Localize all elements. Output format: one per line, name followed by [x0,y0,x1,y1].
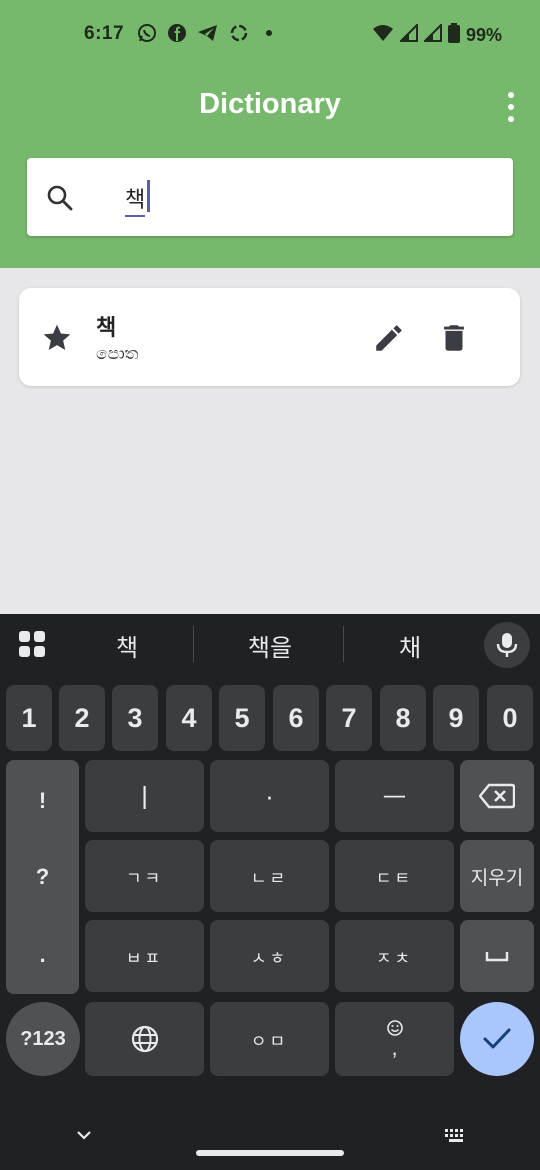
soft-keyboard: 책 책을 채 1 2 3 4 5 6 7 8 9 0 ! ? . ㅣ · ㅡ ㄱ… [0,614,540,1170]
key-4[interactable]: 4 [166,685,212,751]
key-g-k[interactable]: ㄱㅋ [85,840,204,912]
key-8[interactable]: 8 [380,685,426,751]
check-icon [483,1028,511,1049]
home-handle[interactable] [196,1150,344,1156]
key-3[interactable]: 3 [112,685,158,751]
symbols-button[interactable]: ?123 [6,1002,80,1076]
navigation-bar [0,1114,540,1170]
dot-icon [259,23,279,48]
key-vowel-dot[interactable]: · [210,760,329,832]
system-icons: 99% [372,22,502,48]
suggestion-2[interactable]: 책을 [230,628,310,663]
star-icon[interactable] [41,322,73,354]
signal-icon [398,22,418,47]
recycle-icon [229,23,249,48]
keyboard-switch-icon[interactable] [444,1128,468,1144]
key-s-h[interactable]: ㅅㅎ [210,920,329,992]
key-9[interactable]: 9 [433,685,479,751]
punctuation-key[interactable]: ! ? . [6,760,79,994]
telegram-icon [197,23,219,48]
entry-translation: පොත [96,344,139,363]
key-j-ch[interactable]: ㅈㅊ [335,920,454,992]
key-vowel-eu[interactable]: ㅡ [335,760,454,832]
divider [193,626,194,662]
key-n-r[interactable]: ㄴㄹ [210,840,329,912]
comma-label: , [391,1035,398,1060]
key-0[interactable]: 0 [487,685,533,751]
voice-input-button[interactable] [484,622,530,668]
search-icon [47,185,73,211]
key-1[interactable]: 1 [6,685,52,751]
suggestion-bar: 책 책을 채 [0,614,540,676]
key-question[interactable]: ? [6,864,79,890]
app-header: 6:17 99% Dictionary 책 [0,0,540,268]
notification-icons [137,23,279,48]
list-item[interactable]: 책 පොත [19,288,520,386]
microphone-icon [496,633,518,657]
chevron-down-icon[interactable] [74,1128,94,1142]
key-b-p[interactable]: ㅂㅍ [85,920,204,992]
entry-word: 책 [96,315,117,340]
key-comma[interactable]: , [335,1002,454,1076]
space-icon [485,952,509,962]
battery-percentage: 99% [465,25,502,45]
key-7[interactable]: 7 [326,685,372,751]
key-5[interactable]: 5 [219,685,265,751]
suggestion-1[interactable]: 책 [97,628,157,663]
globe-icon [131,1025,158,1053]
signal-icon [422,22,442,47]
search-input[interactable]: 책 [27,158,513,236]
whatsapp-icon [137,23,157,48]
delete-icon[interactable] [437,321,471,355]
key-exclamation[interactable]: ! [6,788,79,814]
text-cursor [147,180,150,212]
battery-icon [447,23,460,48]
key-period[interactable]: . [6,942,79,968]
status-bar: 6:17 99% [0,0,540,70]
status-time: 6:17 [84,23,125,44]
space-button[interactable] [460,920,534,992]
page-title: Dictionary [199,88,341,120]
suggestion-3[interactable]: 채 [380,628,440,663]
facebook-icon [167,23,187,48]
apps-grid-icon[interactable] [18,630,46,658]
edit-icon[interactable] [372,321,406,355]
key-6[interactable]: 6 [273,685,319,751]
key-ng-m[interactable]: ㅇㅁ [210,1002,329,1076]
language-button[interactable] [85,1002,204,1076]
wifi-icon [372,24,394,47]
key-d-t[interactable]: ㄷㅌ [335,840,454,912]
clear-button[interactable]: 지우기 [460,840,534,912]
backspace-button[interactable] [460,760,534,832]
overflow-menu-icon [508,92,514,98]
key-2[interactable]: 2 [59,685,105,751]
key-vowel-i[interactable]: ㅣ [85,760,204,832]
overflow-menu-button[interactable] [504,92,518,122]
divider [343,626,344,662]
enter-button[interactable] [460,1002,534,1076]
search-query[interactable]: 책 [125,182,146,217]
backspace-icon [479,783,515,809]
